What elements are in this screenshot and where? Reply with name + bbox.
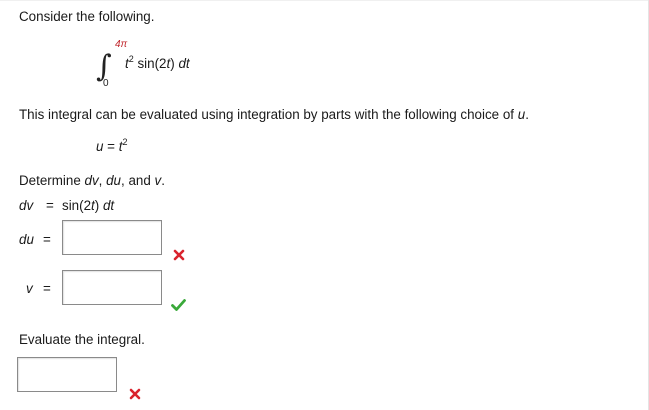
v-equals: = (43, 281, 51, 296)
u-choice-exponent: 2 (122, 137, 128, 147)
determine-du: du (106, 173, 122, 188)
du-input-box (62, 220, 162, 255)
integrand-close: ) (170, 56, 175, 71)
check-mark-icon (171, 299, 186, 311)
du-label: du (19, 232, 34, 247)
u-choice: u = t2 (96, 137, 128, 155)
answer-input-box (17, 357, 117, 392)
v-input-box (62, 270, 162, 305)
answer-input[interactable] (18, 358, 116, 391)
determine-sep1: , (98, 173, 107, 188)
determine-sep2: , and (121, 173, 155, 188)
dv-value-pre: sin(2 (62, 198, 92, 213)
dv-value-diff: dt (102, 198, 115, 213)
parts-instruction: This integral can be evaluated using int… (19, 107, 529, 123)
x-mark-icon (173, 249, 185, 261)
integrand-function: sin(2 (137, 56, 167, 71)
prompt-text: Consider the following. (19, 9, 155, 24)
integral-lower-limit: 0 (103, 78, 109, 89)
dv-equals: = (46, 198, 54, 213)
determine-after: . (161, 173, 165, 188)
integrand: t2 sin(2t) dt (125, 54, 190, 72)
dv-value: sin(2t) dt (62, 198, 114, 214)
du-equals: = (43, 232, 51, 247)
determine-dv: dv (84, 173, 99, 188)
integrand-differential: dt (178, 56, 190, 71)
frame-top-border (0, 0, 649, 1)
integral-upper-limit: 4π (115, 39, 128, 50)
parts-text-before: This integral can be evaluated using int… (19, 107, 518, 122)
v-input[interactable] (63, 271, 161, 304)
evaluate-instruction: Evaluate the integral. (19, 332, 145, 347)
dv-label: dv (19, 198, 34, 213)
x-mark-icon (129, 388, 141, 400)
integrand-exponent: 2 (128, 54, 134, 64)
v-label: v (26, 281, 33, 296)
dv-value-post: ) (94, 198, 100, 213)
determine-before: Determine (19, 173, 85, 188)
u-choice-eq: = (103, 139, 119, 154)
du-input[interactable] (63, 221, 161, 254)
parts-text-after: . (525, 107, 529, 122)
determine-instruction: Determine dv, du, and v. (19, 173, 165, 189)
